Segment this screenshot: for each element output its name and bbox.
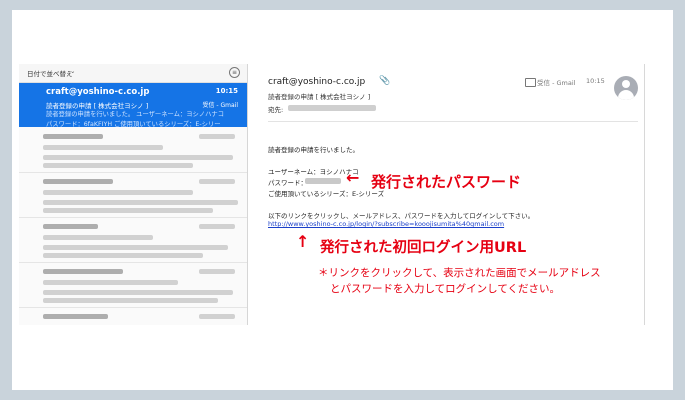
sort-bar: 日付で並べ替え ⌄ ≡: [19, 64, 247, 83]
list-item[interactable]: [19, 173, 247, 218]
message-subject: 読者登録の申請 [ 株式会社ヨシノ ]: [46, 102, 149, 110]
header-divider: [268, 121, 638, 122]
body-password-label: パスワード：: [268, 179, 307, 187]
message-item-selected[interactable]: craft@yoshino-c.co.jp 10:15 読者登録の申請 [ 株式…: [19, 83, 247, 130]
message-preview-line: 読者登録の申請を行いました。 ユーザーネーム：ヨシノハナコ: [46, 111, 224, 118]
list-item[interactable]: [19, 218, 247, 263]
chevron-down-icon[interactable]: ⌄: [70, 67, 75, 75]
body-line: 読者登録の申請を行いました。: [268, 146, 359, 154]
folder-icon: [525, 78, 536, 87]
left-arrow-icon: ←: [346, 168, 360, 187]
password-redacted: [305, 178, 341, 184]
list-item[interactable]: [19, 263, 247, 308]
detail-to-redacted: [288, 105, 376, 111]
list-item[interactable]: [19, 128, 247, 173]
message-sender: craft@yoshino-c.co.jp: [46, 87, 150, 97]
url-annotation: 発行された初回ログイン用URL: [320, 240, 527, 256]
detail-sender: craft@yoshino-c.co.jp: [268, 77, 366, 87]
avatar: [614, 76, 638, 100]
detail-to-label: 宛先:: [268, 106, 284, 114]
note-line: ＊リンクをクリックして、表示された画面でメールアドレス: [318, 267, 601, 279]
password-annotation: 発行されたパスワード: [371, 173, 522, 191]
sort-dropdown[interactable]: 日付で並べ替え: [27, 68, 73, 78]
body-instruction: 以下のリンクをクリックし、メールアドレス、パスワードを入力してログインして下さい…: [268, 212, 535, 220]
detail-mailbox[interactable]: 受信 - Gmail: [537, 77, 575, 87]
detail-time: 10:15: [586, 77, 605, 85]
login-link[interactable]: http://www.yoshino-c.co.jp/login/?subscr…: [268, 220, 504, 228]
note-line: とパスワードを入力してログインしてください。: [330, 283, 561, 295]
up-arrow-icon: ↑: [296, 232, 310, 251]
attachment-icon: 📎: [379, 76, 391, 86]
body-series: ご使用頂いているシリーズ：E-シリーズ: [268, 190, 385, 198]
message-mailbox: 受信 - Gmail: [202, 102, 239, 109]
message-preview: 読者登録の申請を行いました。 ユーザーネーム：ヨシノハナコ パスワード：6faK…: [46, 110, 241, 130]
list-item[interactable]: [19, 308, 247, 325]
detail-subject: 読者登録の申請 [ 株式会社ヨシノ ]: [268, 93, 371, 101]
filter-icon[interactable]: ≡: [229, 67, 240, 78]
message-time: 10:15: [215, 87, 238, 95]
message-list: 日付で並べ替え ⌄ ≡ craft@yoshino-c.co.jp 10:15 …: [19, 64, 248, 325]
